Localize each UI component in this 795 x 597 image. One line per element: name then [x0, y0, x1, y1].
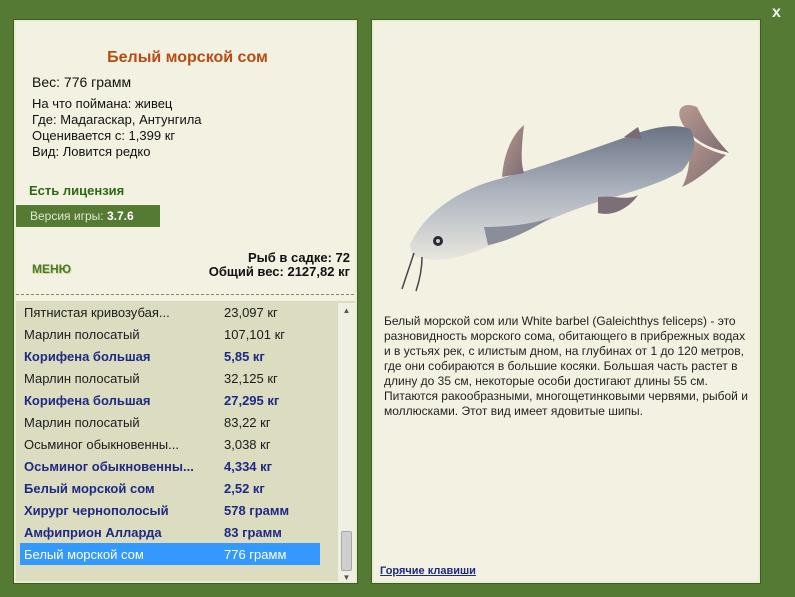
- list-item[interactable]: Корифена большая 5,85 кг: [20, 345, 320, 367]
- list-item[interactable]: Белый морской сом 776 грамм: [20, 543, 320, 565]
- list-item-name: Марлин полосатый: [24, 327, 140, 342]
- list-item[interactable]: Марлин полосатый 83,22 кг: [20, 411, 320, 433]
- list-item-weight: 2,52 кг: [224, 481, 265, 496]
- location-text: Где: Мадагаскар, Антунгила: [32, 112, 202, 127]
- list-item-weight: 4,334 кг: [224, 459, 273, 474]
- list-item-weight: 83,22 кг: [224, 415, 271, 430]
- list-item[interactable]: Белый морской сом 2,52 кг: [20, 477, 320, 499]
- dorsal-fin: [502, 125, 524, 177]
- keepnet-count: Рыб в садке: 72: [247, 250, 350, 265]
- caught-by-text: На что поймана: живец: [32, 96, 173, 111]
- list-item[interactable]: Корифена большая 27,295 кг: [20, 389, 320, 411]
- barbel-1: [401, 252, 415, 290]
- fish-info-panel: Белый морской сом Вес: 776 грамм На что …: [14, 20, 357, 583]
- fish-eye-highlight: [436, 239, 440, 243]
- keepnet-total-weight: Общий вес: 2127,82 кг: [208, 264, 350, 279]
- rarity-text: Вид: Ловится редко: [32, 144, 151, 159]
- list-item-name: Корифена большая: [24, 349, 151, 364]
- fish-weight: Вес: 776 грамм: [32, 74, 132, 90]
- list-item-weight: 776 грамм: [224, 547, 287, 562]
- triangle-up-icon[interactable]: ▲: [338, 303, 355, 318]
- list-item-name: Белый морской сом: [24, 547, 144, 562]
- catch-list-area: Пятнистая кривозубая... 23,097 кг Марлин п…: [16, 301, 355, 581]
- version-value: 3.7.6: [106, 209, 134, 223]
- list-item[interactable]: Марлин полосатый 32,125 кг: [20, 367, 320, 389]
- keepnet-stats: Рыб в садке: 72 Общий вес: 2127,82 кг: [209, 251, 350, 279]
- list-item-name: Пятнистая кривозубая...: [24, 305, 170, 320]
- catch-list: Пятнистая кривозубая... 23,097 кг Марлин п…: [20, 301, 320, 565]
- list-item-weight: 23,097 кг: [224, 305, 278, 320]
- version-bar: Версия игры: 3.7.6: [16, 205, 160, 227]
- list-item-weight: 83 грамм: [224, 525, 282, 540]
- list-item-weight: 32,125 кг: [224, 371, 278, 386]
- list-item-name: Корифена большая: [24, 393, 151, 408]
- list-item-weight: 578 грамм: [224, 503, 290, 518]
- list-item-weight: 3,038 кг: [224, 437, 271, 452]
- menu-button[interactable]: МЕНЮ: [32, 262, 71, 276]
- fish-title: Белый морской сом: [107, 49, 268, 66]
- list-item[interactable]: Амфиприон Алларда 83 грамм: [20, 521, 320, 543]
- license-status: Есть лицензия: [29, 183, 125, 198]
- list-item-name: Осьминог обыкновенны...: [24, 459, 194, 474]
- adipose-fin: [624, 127, 642, 139]
- list-item[interactable]: Марлин полосатый 107,101 кг: [20, 323, 320, 345]
- list-item-name: Хирург чернополосый: [24, 503, 169, 518]
- list-item[interactable]: Хирург чернополосый 578 грамм: [20, 499, 320, 521]
- list-item-weight: 5,85 кг: [224, 349, 265, 364]
- fish-description: Белый морской сом или White barbel (Gale…: [384, 314, 748, 418]
- version-label: Версия игры:: [30, 209, 107, 223]
- valued-from-text: Оценивается с: 1,399 кг: [32, 128, 176, 143]
- list-item-name: Амфиприон Алларда: [24, 525, 162, 540]
- list-item-weight: 107,101 кг: [224, 327, 286, 342]
- close-button[interactable]: x: [772, 4, 781, 22]
- scroll-thumb[interactable]: [341, 531, 352, 571]
- list-item-name: Осьминог обыкновенны...: [24, 437, 179, 452]
- fish-image: [401, 105, 729, 292]
- list-item-weight: 27,295 кг: [224, 393, 280, 408]
- list-item[interactable]: Пятнистая кривозубая... 23,097 кг: [20, 301, 320, 323]
- fish-detail-panel: Белый морской сом или White barbel (Gale…: [372, 20, 760, 583]
- list-item-name: Белый морской сом: [24, 481, 155, 496]
- list-scrollbar[interactable]: ▲ ▼: [338, 303, 355, 581]
- list-item[interactable]: Осьминог обыкновенны... 4,334 кг: [20, 455, 320, 477]
- hotkeys-link[interactable]: Горячие клавиши: [380, 565, 476, 577]
- list-item[interactable]: Осьминог обыкновенны... 3,038 кг: [20, 433, 320, 455]
- barbel-2: [415, 256, 423, 292]
- fish-body: [410, 126, 695, 260]
- anal-fin: [598, 195, 638, 214]
- list-item-name: Марлин полосатый: [24, 415, 140, 430]
- list-item-name: Марлин полосатый: [24, 371, 140, 386]
- triangle-down-icon[interactable]: ▼: [338, 570, 355, 581]
- divider: [16, 294, 355, 295]
